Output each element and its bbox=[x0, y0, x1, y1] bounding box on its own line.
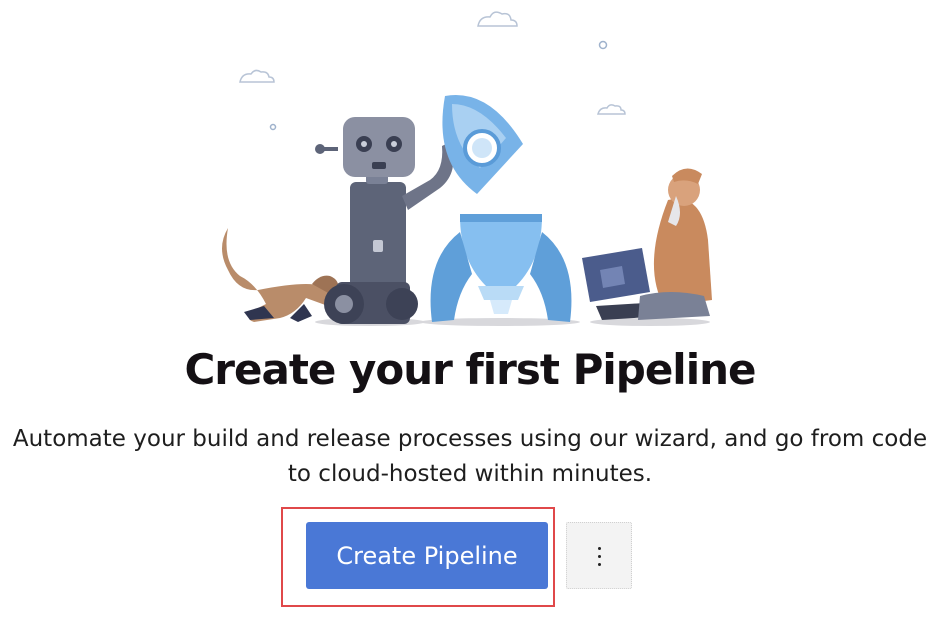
sparkle-icon bbox=[269, 40, 608, 131]
create-pipeline-button[interactable]: Create Pipeline bbox=[306, 522, 548, 589]
dog-illustration bbox=[222, 228, 339, 322]
pipeline-illustration bbox=[222, 11, 712, 326]
page-description: Automate your build and release processe… bbox=[12, 426, 928, 487]
more-actions-button[interactable] bbox=[566, 522, 632, 589]
developer-illustration bbox=[582, 168, 712, 320]
rocket-illustration bbox=[430, 95, 572, 322]
cloud-icon bbox=[239, 11, 626, 115]
page-title: Create your first Pipeline bbox=[184, 345, 756, 394]
